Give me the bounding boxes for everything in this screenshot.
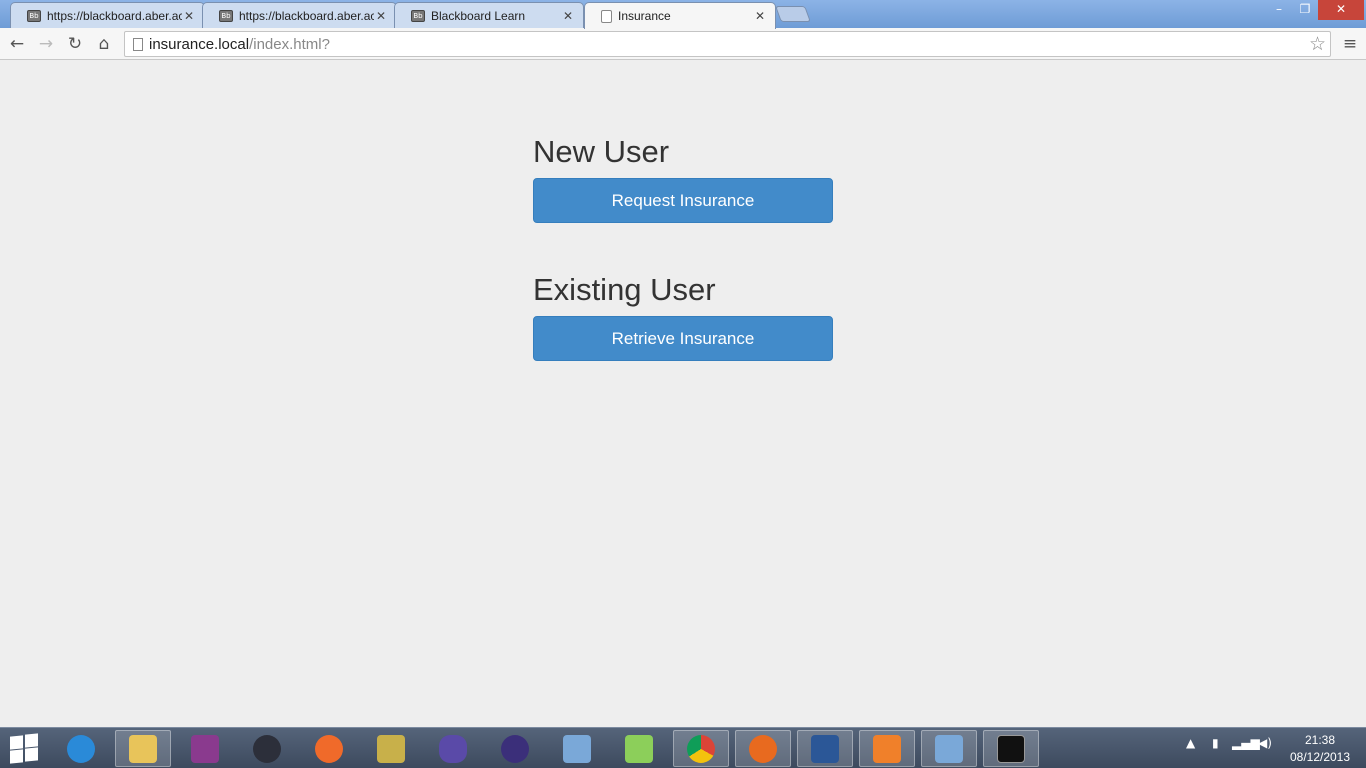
blackboard-icon: Bb [27,9,41,22]
virtualbox-icon[interactable] [921,730,977,767]
bookmark-star-icon[interactable]: ☆ [1309,33,1326,55]
tab-insurance[interactable]: Insurance ✕ [584,2,776,29]
volume-icon[interactable]: ◀) [1258,736,1272,750]
tab-close-icon[interactable]: ✕ [561,9,575,23]
url-text: insurance.local/index.html? [149,35,330,55]
forward-icon[interactable]: → [34,32,58,56]
clock-time: 21:38 [1304,733,1336,747]
clock[interactable]: 21:38 08/12/2013 [1280,732,1360,766]
tab-close-icon[interactable]: ✕ [374,9,388,23]
taskbar: ▲ ▮ ▂▄▆ ◀) 21:38 08/12/2013 [0,727,1366,768]
eclipse-icon[interactable] [487,730,543,767]
new-user-heading: New User [533,134,670,169]
new-user-section: New User Request Insurance [533,134,833,223]
new-tab-button[interactable] [775,6,811,22]
tab-strip: Bb https://blackboard.aber.ac ✕ Bb https… [0,0,1366,29]
start-icon[interactable] [10,733,38,764]
tab-blackboard-2[interactable]: Bb https://blackboard.aber.ac ✕ [202,2,397,28]
minimize-icon[interactable]: – [1266,0,1292,20]
page-icon [133,38,143,51]
onenote-icon[interactable] [177,730,233,767]
tab-title: https://blackboard.aber.ac [239,8,374,23]
address-bar[interactable]: insurance.local/index.html? ☆ [124,31,1331,57]
blackboard-icon: Bb [219,9,233,22]
battery-icon[interactable]: ▮ [1212,736,1219,750]
request-insurance-button[interactable]: Request Insurance [533,178,833,223]
back-icon[interactable]: ← [5,32,29,56]
url-host: insurance.local [149,36,250,53]
tab-close-icon[interactable]: ✕ [753,9,767,23]
url-path: /index.html? [249,36,330,53]
page-content: New User Request Insurance Existing User… [0,61,1366,727]
home-icon[interactable]: ⌂ [92,32,116,56]
show-hidden-icons-icon[interactable]: ▲ [1186,736,1195,750]
steam-icon[interactable] [239,730,295,767]
xampp-icon[interactable] [859,730,915,767]
existing-user-section: Existing User Retrieve Insurance [533,272,833,361]
menu-icon[interactable]: ≡ [1340,32,1360,56]
notepad-plus-plus-icon[interactable] [611,730,667,767]
clock-date: 08/12/2013 [1289,750,1351,764]
network-icon[interactable]: ▂▄▆ [1232,736,1260,750]
tab-title: Insurance [618,9,671,23]
word-icon[interactable] [797,730,853,767]
tab-close-icon[interactable]: ✕ [182,9,196,23]
internet-explorer-icon[interactable] [53,730,109,767]
origin-icon[interactable] [301,730,357,767]
virtualbox-icon[interactable] [549,730,605,767]
chrome-icon[interactable] [673,730,729,767]
tab-blackboard-learn[interactable]: Bb Blackboard Learn ✕ [394,2,584,28]
tab-blackboard-1[interactable]: Bb https://blackboard.aber.ac ✕ [10,2,205,28]
tab-title: https://blackboard.aber.ac [47,8,182,23]
page-icon [601,9,612,23]
tools-icon[interactable] [363,730,419,767]
retrieve-insurance-button[interactable]: Retrieve Insurance [533,316,833,361]
blackboard-icon: Bb [411,9,425,22]
restore-icon[interactable]: ❐ [1292,0,1318,20]
firefox-icon[interactable] [735,730,791,767]
window-close-icon[interactable]: ✕ [1318,0,1364,20]
command-prompt-icon[interactable] [983,730,1039,767]
reload-icon[interactable]: ↻ [63,32,87,56]
file-explorer-icon[interactable] [115,730,171,767]
visual-studio-icon[interactable] [425,730,481,767]
browser-toolbar: ← → ↻ ⌂ insurance.local/index.html? ☆ ≡ [0,28,1366,60]
existing-user-heading: Existing User [533,272,716,307]
tab-title: Blackboard Learn [431,8,526,23]
